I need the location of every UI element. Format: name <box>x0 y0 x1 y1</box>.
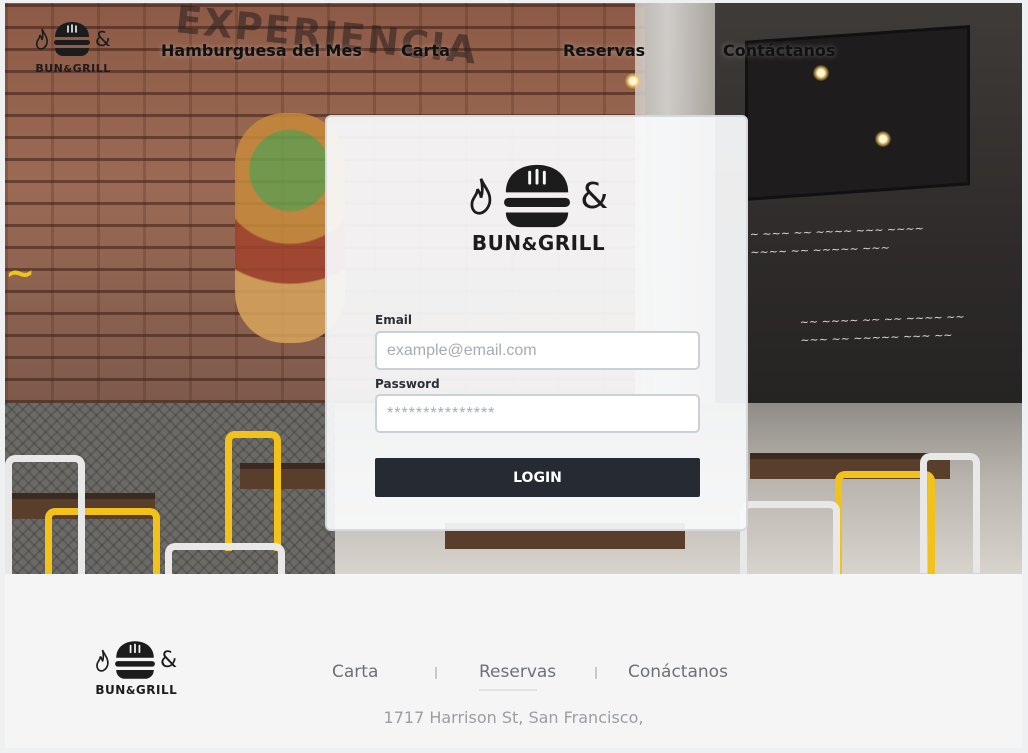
logo-word-left: BUN <box>95 683 126 697</box>
logo-wordmark: BUN&GRILL <box>35 59 110 77</box>
white-chair <box>165 543 285 574</box>
footer-logo-wordmark: BUN&GRILL <box>95 681 177 699</box>
white-chair <box>920 453 980 573</box>
ampersand-icon: & <box>160 647 178 673</box>
nav-item-reservas[interactable]: Reservas <box>563 41 645 60</box>
ceiling-light <box>875 131 891 147</box>
flame-icon <box>96 649 109 672</box>
wall-lamp <box>625 73 641 89</box>
logo-word-right: GRILL <box>72 62 111 75</box>
ceiling-light <box>813 65 829 81</box>
ampersand-icon: & <box>95 27 112 51</box>
flame-icon <box>35 28 48 50</box>
card-logo: & BUN&GRILL <box>327 163 750 255</box>
ampersand-icon: & <box>580 175 609 217</box>
footer-link-carta[interactable]: Carta <box>332 662 378 682</box>
wall-graffiti: ~ <box>5 253 36 294</box>
card-logo-mark: & <box>468 163 609 229</box>
nav-item-hamburguesa-del-mes[interactable]: Hamburguesa del Mes <box>161 41 362 60</box>
white-chair <box>5 455 85 574</box>
password-label: Password <box>375 377 440 391</box>
footer-logo[interactable]: & BUN&GRILL <box>95 640 178 699</box>
burger-icon <box>115 641 155 679</box>
wall-script: ~~ ~~~~ ~~ ~~ ~~~~ ~~ ~~~ ~~ ~~~~~ ~~~ ~~ <box>799 310 965 347</box>
footer-link-contactanos[interactable]: Conáctanos <box>628 662 728 682</box>
nav-item-contactanos[interactable]: Contáctanos <box>723 41 835 60</box>
footer-link-reservas[interactable]: Reservas <box>479 662 556 682</box>
password-field[interactable] <box>375 394 700 433</box>
email-field[interactable] <box>375 331 700 370</box>
login-button[interactable]: LOGIN <box>375 458 700 497</box>
header-logo[interactable]: & BUN&GRILL <box>35 21 111 77</box>
wall-script: ~ ~~~ ~~ ~~~~ ~~~ ~~~~ ~~~~ ~~ ~~~~~ ~~~ <box>749 221 925 260</box>
yellow-chair <box>225 431 281 551</box>
burger-icon <box>54 22 90 56</box>
email-label: Email <box>375 313 413 327</box>
login-card: & BUN&GRILL Email Password LOGIN <box>325 115 748 531</box>
logo-word-left: BUN <box>35 62 64 75</box>
footer: & BUN&GRILL Carta Reservas Conáctanos 17… <box>5 574 1022 748</box>
footer-divider <box>435 667 437 679</box>
footer-address: 1717 Harrison St, San Francisco, <box>383 708 644 727</box>
card-logo-wordmark: BUN&GRILL <box>472 231 605 255</box>
logo-mark: & <box>35 21 111 57</box>
white-chair <box>740 501 840 574</box>
logo-word-amp: & <box>125 684 136 697</box>
logo-word-left: BUN <box>471 231 522 255</box>
footer-logo-mark: & <box>95 640 178 680</box>
nav-item-carta[interactable]: Carta <box>401 41 450 60</box>
logo-word-amp: & <box>63 64 73 75</box>
footer-divider <box>595 667 597 679</box>
logo-word-right: GRILL <box>537 231 606 255</box>
burger-icon <box>504 164 571 228</box>
logo-word-right: GRILL <box>135 683 178 697</box>
flame-icon <box>470 178 492 215</box>
logo-word-amp: & <box>521 234 538 255</box>
page-frame: EXPERIENCIA ~ ~ ~~~ ~~ ~~~~ ~~~ ~~~~ ~~~~… <box>5 3 1022 748</box>
footer-link-underline <box>479 689 537 691</box>
